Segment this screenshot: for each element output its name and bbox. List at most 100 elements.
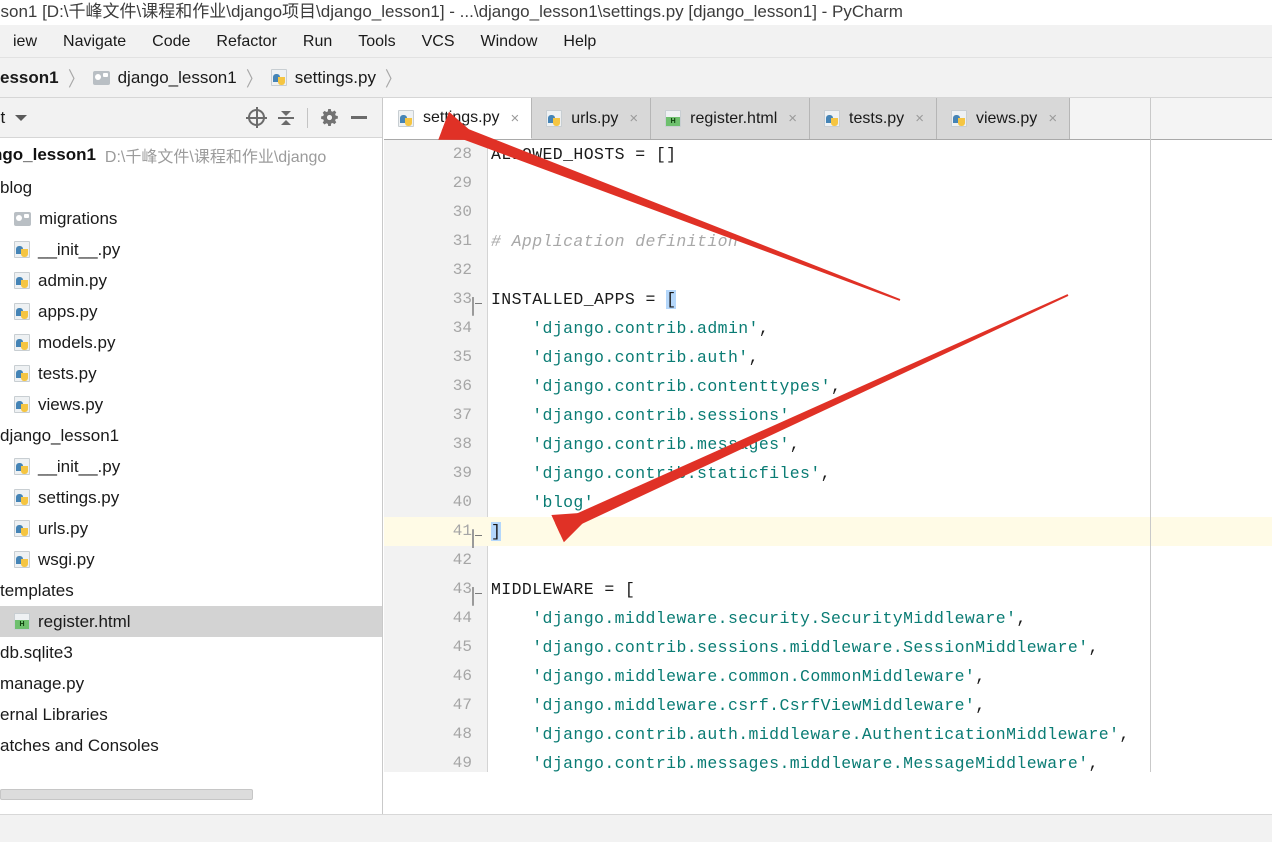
breadcrumb-item-settings-py[interactable]: settings.py 〉 [270, 63, 410, 92]
menu-item-label: Code [152, 32, 191, 50]
menu-item-navigate[interactable]: Navigate [50, 25, 139, 57]
code-text: 'django.middleware.security.SecurityMidd… [532, 609, 1027, 628]
code-fold-toggle-icon[interactable] [472, 524, 487, 548]
close-icon[interactable]: × [915, 111, 924, 126]
editor-tab-views-py[interactable]: views.py × [936, 98, 1071, 139]
project-panel-toolbar [241, 103, 382, 133]
code-text: 'blog' [532, 493, 595, 512]
tree-item[interactable]: apps.py [0, 296, 382, 327]
editor-tab-label: settings.py [423, 109, 500, 126]
menu-item-tools[interactable]: Tools [345, 25, 408, 57]
editor-tab-urls-py[interactable]: urls.py × [532, 98, 652, 139]
tree-item[interactable]: django_lesson1 [0, 420, 382, 451]
code-line[interactable]: 31 # Application definition [384, 227, 1272, 256]
code-text: 'django.middleware.csrf.CsrfViewMiddlewa… [532, 696, 986, 715]
code-line[interactable]: 30 [384, 198, 1272, 227]
code-line[interactable]: 34 'django.contrib.admin', [384, 314, 1272, 343]
line-number: 42 [452, 551, 472, 569]
menu-item-run[interactable]: Run [290, 25, 345, 57]
line-number: 44 [452, 609, 472, 627]
menu-item-window[interactable]: Window [468, 25, 551, 57]
code-line[interactable]: 32 [384, 256, 1272, 285]
tree-item[interactable]: manage.py [0, 668, 382, 699]
code-line[interactable]: 44 'django.middleware.security.SecurityM… [384, 604, 1272, 633]
tree-item[interactable]: migrations [0, 203, 382, 234]
folder-icon [92, 70, 110, 85]
tree-item[interactable]: db.sqlite3 [0, 637, 382, 668]
code-line[interactable]: 37 'django.contrib.sessions' [384, 401, 1272, 430]
breadcrumb-item-esson1[interactable]: esson1 〉 [0, 63, 93, 92]
line-number: 28 [452, 145, 472, 163]
minimize-icon[interactable] [344, 103, 374, 133]
editor-tab-label: tests.py [849, 109, 905, 127]
menu-item-iew[interactable]: iew [0, 25, 50, 57]
tree-item[interactable]: models.py [0, 327, 382, 358]
tree-item[interactable]: tests.py [0, 358, 382, 389]
tree-item[interactable]: templates [0, 575, 382, 606]
tree-item[interactable]: views.py [0, 389, 382, 420]
python-file-icon [14, 241, 30, 258]
line-number: 33 [452, 290, 472, 308]
tree-item[interactable]: __init__.py [0, 234, 382, 265]
tree-item-label: models.py [38, 333, 116, 352]
sidebar-horizontal-scrollbar[interactable] [0, 787, 382, 801]
python-file-icon [14, 396, 30, 413]
code-line[interactable]: 28 ALLOWED_HOSTS = [] [384, 140, 1272, 169]
code-line[interactable]: 48 'django.contrib.auth.middleware.Authe… [384, 720, 1272, 749]
code-line[interactable]: 35 'django.contrib.auth', [384, 343, 1272, 372]
code-line[interactable]: 42 [384, 546, 1272, 575]
code-line[interactable]: 46 'django.middleware.common.CommonMiddl… [384, 662, 1272, 691]
breadcrumb-separator: 〉 [384, 69, 401, 91]
code-fold-toggle-icon[interactable] [472, 582, 487, 606]
line-number: 45 [452, 638, 472, 656]
editor-tab-register-html[interactable]: register.html × [651, 98, 811, 139]
menu-item-label: Navigate [63, 32, 127, 50]
tree-item[interactable]: __init__.py [0, 451, 382, 482]
close-icon[interactable]: × [629, 111, 638, 126]
code-line[interactable]: 33 INSTALLED_APPS = [ [384, 285, 1272, 316]
project-root-row[interactable]: ngo_lesson1 D:\千峰文件\课程和作业\django [0, 138, 382, 172]
breadcrumb-label: settings.py [294, 67, 376, 87]
chevron-down-icon[interactable] [15, 114, 28, 121]
menu-item-vcs[interactable]: VCS [409, 25, 468, 57]
tree-item[interactable]: urls.py [0, 513, 382, 544]
breadcrumb-item-django_lesson1[interactable]: django_lesson1 〉 [92, 63, 271, 92]
code-line[interactable]: 38 'django.contrib.messages', [384, 430, 1272, 459]
status-bar [0, 814, 1272, 842]
editor-tab-tests-py[interactable]: tests.py × [810, 98, 937, 139]
tree-item[interactable]: admin.py [0, 265, 382, 296]
close-icon[interactable]: × [1048, 111, 1057, 126]
tree-item[interactable]: blog [0, 172, 382, 203]
menu-item-label: VCS [421, 32, 455, 50]
menu-item-help[interactable]: Help [550, 25, 609, 57]
tree-item[interactable]: atches and Consoles [0, 730, 382, 761]
scrollbar-thumb[interactable] [0, 789, 253, 800]
tree-item-selected[interactable]: register.html [0, 606, 382, 637]
tree-item[interactable]: settings.py [0, 482, 382, 513]
menu-item-code[interactable]: Code [139, 25, 203, 57]
code-line[interactable]: 36 'django.contrib.contenttypes', [384, 372, 1272, 401]
gear-icon[interactable] [314, 103, 344, 133]
code-line[interactable]: 40 'blog' [384, 488, 1272, 517]
tree-item[interactable]: ernal Libraries [0, 699, 382, 730]
editor-tab-settings-py[interactable]: settings.py × [384, 98, 533, 139]
python-file-icon [14, 489, 30, 506]
code-line[interactable]: 39 'django.contrib.staticfiles', [384, 459, 1272, 488]
locate-target-icon[interactable] [241, 103, 271, 133]
code-fold-toggle-icon[interactable] [472, 292, 487, 316]
code-line[interactable]: 45 'django.contrib.sessions.middleware.S… [384, 633, 1272, 662]
code-line[interactable]: 41] [384, 517, 1272, 548]
code-line[interactable]: 43 MIDDLEWARE = [ [384, 575, 1272, 606]
breadcrumb: esson1 〉 django_lesson1 〉 settings.py 〉 [0, 58, 1272, 98]
collapse-all-icon[interactable] [271, 103, 301, 133]
code-editor[interactable]: 28 ALLOWED_HOSTS = [] 29 30 31 # Application … [384, 140, 1272, 814]
tree-item[interactable]: wsgi.py [0, 544, 382, 575]
tree-item-label: templates [0, 581, 74, 600]
line-number: 31 [452, 232, 472, 250]
close-icon[interactable]: × [788, 111, 797, 126]
code-line[interactable]: 47 'django.middleware.csrf.CsrfViewMiddl… [384, 691, 1272, 720]
code-line[interactable]: 29 [384, 169, 1272, 198]
tree-item-label: tests.py [38, 364, 97, 383]
close-icon[interactable]: × [510, 111, 519, 126]
menu-item-refactor[interactable]: Refactor [203, 25, 289, 57]
